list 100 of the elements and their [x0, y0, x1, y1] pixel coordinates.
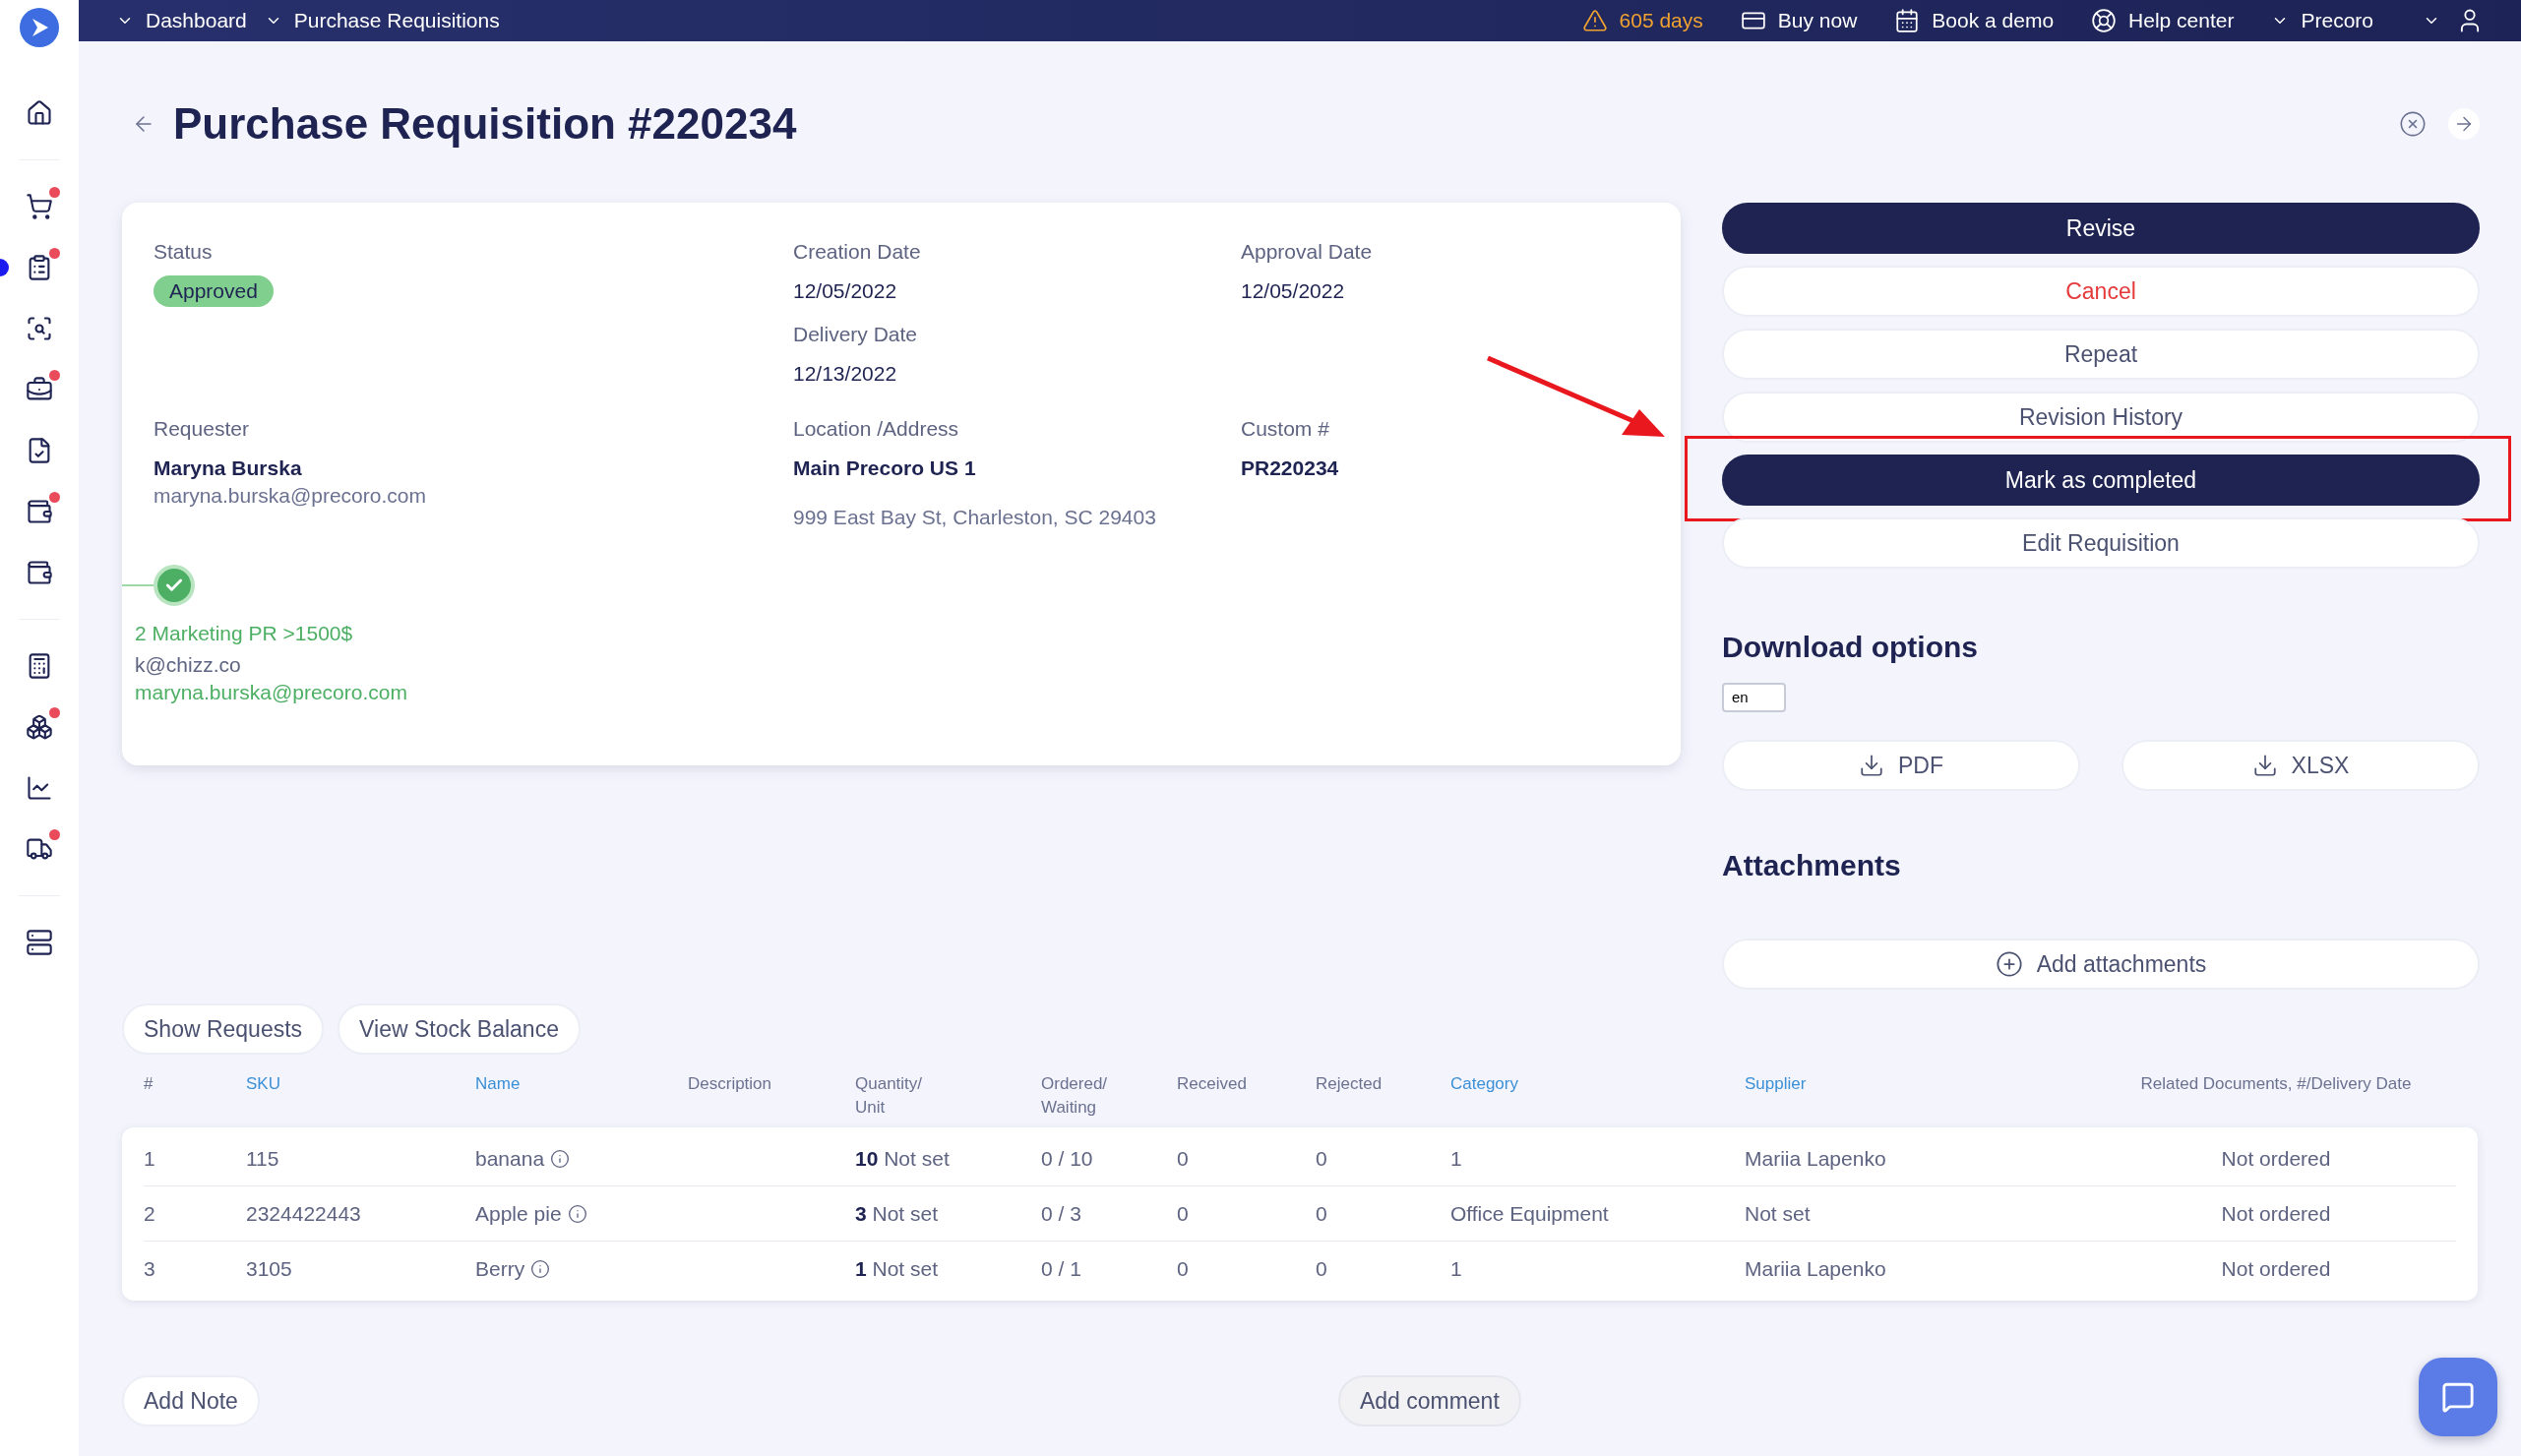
header-link[interactable]: Help center — [2128, 5, 2235, 36]
table-cell-text: 0 — [1177, 1200, 1189, 1227]
column-header: Rejected — [1316, 1074, 1383, 1093]
field-value: 12/05/2022 — [1241, 278, 1346, 304]
table-cell-text: Office Equipment — [1450, 1200, 1609, 1227]
field-value: 12/13/2022 — [793, 361, 898, 387]
table-cell-text: 1 — [1450, 1145, 1462, 1172]
table-cell-text: 0 / 10 — [1041, 1145, 1093, 1172]
add-attachments-button[interactable]: Add attachments — [1722, 939, 2480, 990]
download-icon — [2251, 753, 2278, 778]
column-header: Description — [688, 1074, 772, 1093]
table-cell-text: 1 — [144, 1145, 155, 1172]
action-button[interactable]: Mark as completed — [1722, 455, 2480, 506]
table-cell-text: 2 — [144, 1200, 155, 1227]
section-title: Download options — [1722, 630, 1979, 665]
plus-circle-icon — [1995, 950, 2023, 978]
table-cell-text: 0 — [1316, 1200, 1327, 1227]
field-label: Custom # — [1241, 416, 1330, 442]
chat-icon — [2441, 1380, 2475, 1414]
table-cell-text: 3105 — [246, 1256, 292, 1283]
table-tab-button[interactable]: View Stock Balance — [338, 1003, 581, 1055]
action-button[interactable]: Edit Requisition — [1722, 517, 2480, 569]
next-button[interactable] — [2448, 108, 2480, 140]
calendar-icon — [1894, 8, 1921, 33]
chart-icon — [26, 774, 53, 802]
column-header: Related Documents, #/Delivery Date — [2140, 1074, 2412, 1093]
table-cell-text: Not ordered — [2221, 1256, 2331, 1283]
field-value: 12/05/2022 — [793, 278, 898, 304]
table-cell-text: 0 — [1177, 1145, 1189, 1172]
logo-icon[interactable] — [20, 8, 59, 47]
column-header: Received — [1177, 1074, 1247, 1093]
company-switcher[interactable]: Precoro — [2301, 5, 2373, 36]
field-value: PR220234 — [1241, 455, 1339, 481]
close-icon[interactable] — [2399, 110, 2427, 138]
header-link[interactable]: Buy now — [1777, 5, 1858, 36]
table-cell-text: Berry — [475, 1256, 525, 1283]
status-badge: Approved — [154, 275, 274, 307]
table-cell-text: banana — [475, 1145, 545, 1172]
language-select[interactable]: en — [1722, 683, 1786, 712]
active-indicator — [0, 259, 9, 276]
table-cell-text: 3 — [144, 1256, 155, 1283]
table-cell-text: Not ordered — [2221, 1145, 2331, 1172]
address-text: 999 East Bay St, Charleston, SC 29403 — [793, 505, 1157, 530]
field-label: Delivery Date — [793, 322, 919, 347]
trial-days: 605 days — [1619, 5, 1703, 36]
boxes-icon — [26, 713, 53, 741]
field-value: Maryna Burska — [154, 455, 303, 481]
table-tab-button[interactable]: Show Requests — [122, 1003, 325, 1055]
wallet-icon — [26, 498, 53, 525]
field-value: Main Precoro US 1 — [793, 455, 977, 481]
table-cell-text: 115 — [246, 1145, 279, 1172]
cart-icon — [26, 193, 53, 220]
table-cell-text: 10 Not set — [855, 1145, 950, 1172]
section-title: Attachments — [1722, 848, 1902, 883]
download-button[interactable]: PDF — [1722, 740, 2080, 791]
add-comment-button[interactable]: Add comment — [1337, 1375, 1521, 1426]
scan-search-icon — [26, 315, 53, 342]
header-link[interactable]: Book a demo — [1932, 5, 2055, 36]
download-button[interactable]: XLSX — [2121, 740, 2480, 791]
add-note-button[interactable]: Add Note — [122, 1375, 260, 1426]
action-button[interactable]: Repeat — [1722, 329, 2480, 380]
action-button[interactable]: Cancel — [1722, 266, 2480, 317]
table-cell-text: 0 — [1316, 1256, 1327, 1283]
page-title: Purchase Requisition #220234 — [173, 98, 797, 150]
home-icon — [26, 99, 53, 127]
approver-email: k@chizz.co — [135, 652, 242, 678]
field-label: Status — [154, 239, 214, 265]
info-icon[interactable] — [530, 1259, 551, 1279]
action-button[interactable]: Revise — [1722, 203, 2480, 254]
download-icon — [1859, 753, 1884, 778]
field-label: Approval Date — [1241, 239, 1373, 265]
table-cell-text: 2324422443 — [246, 1200, 361, 1227]
wallet-icon — [26, 559, 53, 586]
field-label: Creation Date — [793, 239, 922, 265]
breadcrumb-link[interactable]: Dashboard — [146, 5, 247, 36]
chat-button[interactable] — [2419, 1358, 2497, 1436]
table-cell-text: Mariia Lapenko — [1745, 1145, 1886, 1172]
table-cell-text: 1 — [1450, 1256, 1462, 1283]
server-icon — [26, 929, 53, 956]
action-button[interactable]: Revision History — [1722, 392, 2480, 443]
table-cell-text: Mariia Lapenko — [1745, 1256, 1886, 1283]
info-icon[interactable] — [550, 1148, 571, 1169]
table-cell-text: 3 Not set — [855, 1200, 939, 1227]
table-cell-text: 0 / 1 — [1041, 1256, 1081, 1283]
column-header: Ordered/ Waiting — [1041, 1074, 1108, 1117]
table-cell-text: 0 — [1177, 1256, 1189, 1283]
table-cell-text: Not ordered — [2221, 1200, 2331, 1227]
requester-email: maryna.burska@precoro.com — [154, 483, 427, 509]
approval-step: 2 Marketing PR >1500$ — [135, 620, 1668, 647]
field-label: Location /Address — [793, 416, 960, 442]
info-icon[interactable] — [567, 1203, 587, 1224]
column-header: # — [144, 1074, 154, 1093]
lifebuoy-icon — [2091, 8, 2118, 33]
field-label: Requester — [154, 416, 250, 442]
table-cell-text: Apple pie — [475, 1200, 562, 1227]
breadcrumb-link[interactable]: Purchase Requisitions — [293, 5, 500, 36]
warning-icon — [1581, 8, 1608, 33]
table-cell-text: 1 Not set — [855, 1256, 939, 1283]
table-cell-text: 0 / 3 — [1041, 1200, 1081, 1227]
column-header: Quantity/ Unit — [855, 1074, 923, 1117]
